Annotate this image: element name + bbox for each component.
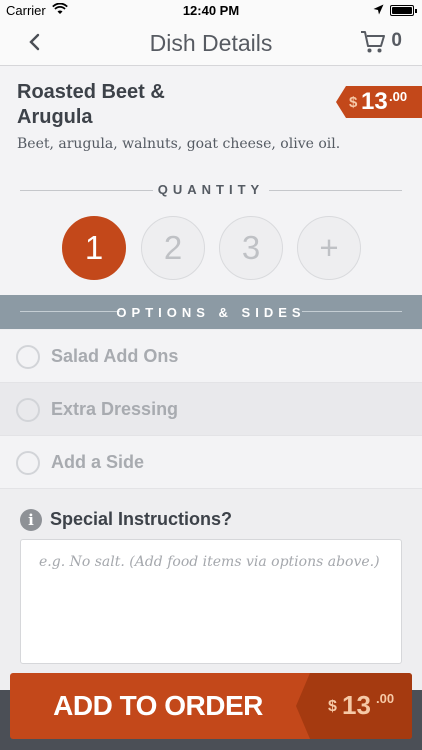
order-price-dollars: 13 <box>342 690 371 720</box>
navigation-bar: Dish Details 0 <box>0 22 422 66</box>
battery-icon <box>390 5 417 16</box>
info-icon: i <box>20 509 42 531</box>
divider-line <box>269 190 402 191</box>
cart-count[interactable]: 0 <box>391 30 402 52</box>
price-cents: .00 <box>389 89 408 104</box>
quantity-header: QUANTITY <box>0 180 422 200</box>
location-arrow-icon <box>373 3 384 18</box>
price-dollars: 13 <box>361 88 388 115</box>
quantity-option-3[interactable]: 3 <box>219 216 283 280</box>
option-label: Extra Dressing <box>51 399 179 419</box>
cart-icon[interactable] <box>360 29 386 55</box>
page-title: Dish Details <box>149 30 273 56</box>
radio-button[interactable] <box>16 451 40 475</box>
quantity-option-2[interactable]: 2 <box>141 216 205 280</box>
clock: 12:40 PM <box>182 3 240 18</box>
option-label: Salad Add Ons <box>51 346 179 366</box>
special-instructions-input[interactable] <box>20 539 402 664</box>
dish-info: Roasted Beet & Arugula $ 13 .00 Beet, ar… <box>0 66 422 295</box>
options-sides-label: OPTIONS & SIDES <box>116 305 306 320</box>
add-to-order-button[interactable]: ADD TO ORDER $ 13 .00 <box>10 673 412 739</box>
dish-name: Roasted Beet & Arugula <box>17 81 165 128</box>
divider-line <box>302 311 402 312</box>
radio-button[interactable] <box>16 398 40 422</box>
order-price-cents: .00 <box>376 691 395 706</box>
quantity-more-button[interactable]: + <box>297 216 361 280</box>
special-instructions-section: i Special Instructions? <box>0 489 422 671</box>
dish-description: Beet, arugula, walnuts, goat cheese, oli… <box>17 136 341 152</box>
quantity-option-1[interactable]: 1 <box>62 216 126 280</box>
price-tag: $ 13 .00 <box>336 86 422 118</box>
price-currency: $ <box>349 94 358 111</box>
quantity-selector: 1 2 3 + <box>0 216 422 280</box>
add-to-order-label: ADD TO ORDER <box>53 690 263 721</box>
status-bar: Carrier 12:40 PM <box>0 0 422 22</box>
option-extra-dressing[interactable]: Extra Dressing <box>0 383 422 436</box>
option-add-a-side[interactable]: Add a Side <box>0 436 422 489</box>
options-sides-header: OPTIONS & SIDES <box>0 295 422 329</box>
option-salad-add-ons[interactable]: Salad Add Ons <box>0 330 422 383</box>
radio-button[interactable] <box>16 345 40 369</box>
option-label: Add a Side <box>51 452 145 472</box>
special-instructions-title: Special Instructions? <box>50 509 233 529</box>
order-price-currency: $ <box>328 698 337 715</box>
